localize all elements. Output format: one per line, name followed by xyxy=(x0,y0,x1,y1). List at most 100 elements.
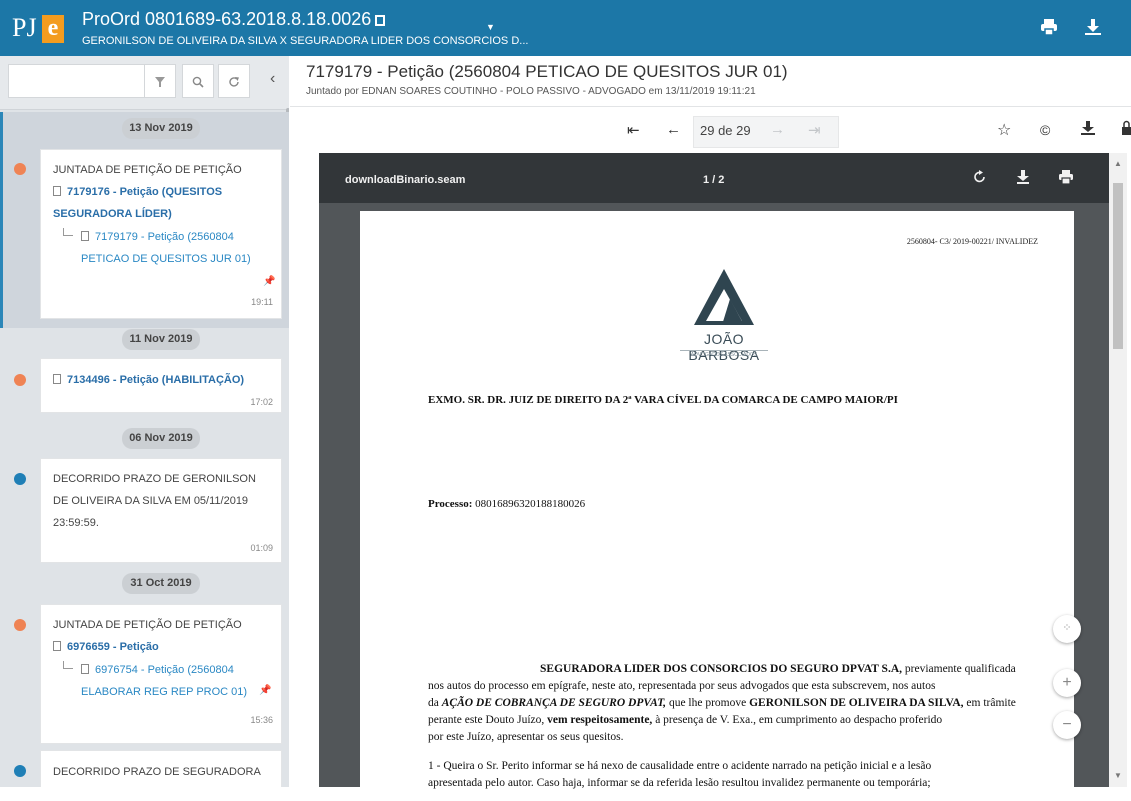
pdf-viewer: downloadBinario.seam 1 / 2 2560804- C3/ … xyxy=(319,153,1127,801)
subdocument-link[interactable]: 6976754 - Petição (2560804 xyxy=(81,664,234,676)
document-link[interactable]: 6976659 - Petição xyxy=(53,641,159,653)
pdf-page-indicator: 1 / 2 xyxy=(703,174,725,186)
subdocument-link-cont[interactable]: PETICAO DE QUESITOS JUR 01) xyxy=(81,253,251,265)
timeline-card[interactable]: DECORRIDO PRAZO DE GERONILSON DE OLIVEIR… xyxy=(40,458,282,563)
document-link-text: 7134496 - Petição (HABILITAÇÃO) xyxy=(67,374,245,386)
author-name: GERONILSON DE OLIVEIRA DA SILVA, xyxy=(749,697,964,709)
question-line: 1 - Queira o Sr. Perito informar se há n… xyxy=(428,760,932,772)
timeline-card[interactable]: DECORRIDO PRAZO DE SEGURADORA xyxy=(40,750,282,787)
event-time: 17:02 xyxy=(250,397,273,407)
document-icon xyxy=(53,641,61,651)
process-number: ProOrd 0801689-63.2018.8.18.0026 xyxy=(82,9,372,29)
process-title: ProOrd 0801689-63.2018.8.18.0026 xyxy=(82,9,386,30)
law-firm-tagline: ADVOGADOS ASSOCIADOS xyxy=(680,350,768,358)
document-link[interactable]: 7134496 - Petição (HABILITAÇÃO) xyxy=(53,374,244,386)
first-page-icon[interactable]: ⇤ xyxy=(627,121,640,139)
action-name: AÇÃO DE COBRANÇA DE SEGURO DPVAT, xyxy=(441,697,667,709)
timeline-sidebar: ‹ 13 Nov 2019 JUNTADA DE PETIÇÃO DE PETI… xyxy=(0,56,289,787)
document-icon xyxy=(81,664,89,674)
timeline-search-input[interactable] xyxy=(8,64,146,98)
subdocument-link-cont[interactable]: ELABORAR REG REP PROC 01) xyxy=(81,686,247,698)
scroll-down-icon[interactable]: ▼ xyxy=(1114,771,1122,780)
divider xyxy=(290,106,1131,107)
subdocument-link[interactable]: 7179179 - Petição (2560804 xyxy=(81,231,234,243)
star-icon[interactable]: ☆ xyxy=(997,120,1011,140)
document-link-cont[interactable]: SEGURADORA LÍDER) xyxy=(53,208,172,220)
status-dot xyxy=(14,619,26,631)
filter-icon[interactable] xyxy=(144,64,176,98)
paragraph-emphasis: vem respeitosamente, xyxy=(547,714,653,726)
zoom-in-icon[interactable]: + xyxy=(1053,669,1081,697)
triangle-logo-icon xyxy=(694,269,754,325)
download-icon[interactable] xyxy=(1084,18,1104,38)
status-dot xyxy=(14,374,26,386)
paragraph-text: em trâmite xyxy=(966,697,1016,709)
document-title: 7179179 - Petição (2560804 PETICAO DE QU… xyxy=(306,62,788,81)
pdf-scroll-thumb[interactable] xyxy=(1113,183,1123,349)
pin-icon[interactable]: 📌 xyxy=(263,276,275,287)
download-icon[interactable] xyxy=(1016,170,1030,187)
document-link[interactable]: 7179176 - Petição (QUESITOS xyxy=(53,186,222,198)
tree-branch xyxy=(63,661,73,669)
process-number: 08016896320188180026 xyxy=(475,498,586,510)
search-icon[interactable] xyxy=(182,64,214,98)
document-icon xyxy=(81,231,89,241)
date-separator: 13 Nov 2019 xyxy=(122,118,200,139)
document-icon xyxy=(53,186,61,196)
document-subtitle: Juntado por EDNAN SOARES COUTINHO - POLO… xyxy=(306,86,756,97)
company-name: SEGURADORA LIDER DOS CONSORCIOS DO SEGUR… xyxy=(540,663,903,675)
paragraph-text: à presença de V. Exa., em cumprimento ao… xyxy=(655,714,943,726)
pdf-toolbar: downloadBinario.seam 1 / 2 xyxy=(319,153,1109,203)
print-icon[interactable] xyxy=(1040,18,1060,38)
scroll-up-icon[interactable]: ▲ xyxy=(1114,159,1122,168)
zoom-out-icon[interactable]: − xyxy=(1053,711,1081,739)
paragraph-text: perante este Douto Juízo, xyxy=(428,714,545,726)
lock-icon[interactable] xyxy=(1122,120,1131,141)
refresh-icon[interactable] xyxy=(218,64,250,98)
law-firm-name: JOÃO BARBOSA xyxy=(688,331,760,363)
document-icon xyxy=(53,374,61,384)
event-time: 19:11 xyxy=(251,297,273,307)
event-line: DE OLIVEIRA DA SILVA EM 05/11/2019 xyxy=(53,495,249,507)
rotate-icon[interactable] xyxy=(973,170,987,187)
process-line: Processo: 08016896320188180026 xyxy=(428,498,585,510)
next-page-icon[interactable]: → xyxy=(770,121,785,138)
paragraph-text: que lhe promove xyxy=(668,697,747,709)
paragraph-text: previamente qualificada xyxy=(904,663,1016,675)
page-label: 29 de 29 xyxy=(700,123,751,138)
collapse-sidebar-icon[interactable]: ‹ xyxy=(270,70,275,88)
pje-logo[interactable]: PJ e xyxy=(12,9,66,45)
previous-page-icon[interactable]: ← xyxy=(666,121,681,138)
document-link-text: 6976659 - Petição xyxy=(67,641,159,653)
timeline-card[interactable]: JUNTADA DE PETIÇÃO DE PETIÇÃO 7179176 - … xyxy=(40,149,282,319)
chevron-down-icon[interactable]: ▼ xyxy=(486,22,495,32)
tree-branch xyxy=(63,228,73,236)
event-title: DECORRIDO PRAZO DE SEGURADORA xyxy=(53,766,261,778)
event-title: JUNTADA DE PETIÇÃO DE PETIÇÃO xyxy=(53,619,242,631)
paragraph-line: da AÇÃO DE COBRANÇA DE SEGURO DPVAT, que… xyxy=(428,695,1038,712)
app-header: PJ e ProOrd 0801689-63.2018.8.18.0026 GE… xyxy=(0,0,1131,56)
copy-icon[interactable] xyxy=(375,14,386,26)
document-reference: 2560804- C3/ 2019-00221/ INVALIDEZ xyxy=(906,237,1038,246)
date-separator: 31 Oct 2019 xyxy=(122,573,200,594)
event-title: JUNTADA DE PETIÇÃO DE PETIÇÃO xyxy=(53,164,242,176)
process-parties: GERONILSON DE OLIVEIRA DA SILVA X SEGURA… xyxy=(82,35,529,47)
pdf-page: 2560804- C3/ 2019-00221/ INVALIDEZ JOÃO … xyxy=(360,211,1074,801)
timeline-card[interactable]: 7134496 - Petição (HABILITAÇÃO) 17:02 xyxy=(40,358,282,413)
fit-icon[interactable]: ⁘ xyxy=(1053,615,1081,643)
subdocument-link-text: 7179179 - Petição (2560804 xyxy=(95,231,234,243)
logo-e: e xyxy=(42,15,64,43)
pin-icon[interactable]: 📌 xyxy=(259,685,271,696)
download-icon[interactable] xyxy=(1080,120,1096,141)
timeline-card[interactable]: JUNTADA DE PETIÇÃO DE PETIÇÃO 6976659 - … xyxy=(40,604,282,744)
question-line: apresentada pelo autor. Caso haja, infor… xyxy=(428,777,931,789)
copyright-icon[interactable]: © xyxy=(1040,122,1050,138)
status-dot xyxy=(14,473,26,485)
document-link-text: 7179176 - Petição (QUESITOS xyxy=(67,186,223,198)
print-icon[interactable] xyxy=(1059,170,1073,187)
paragraph-line: nos autos do processo em epígrafe, neste… xyxy=(428,680,936,692)
sidebar-toolbar: ‹ xyxy=(0,56,289,110)
last-page-icon[interactable]: ⇥ xyxy=(808,121,821,139)
process-label: Processo: xyxy=(428,498,473,510)
logo-pj: PJ xyxy=(12,13,37,42)
